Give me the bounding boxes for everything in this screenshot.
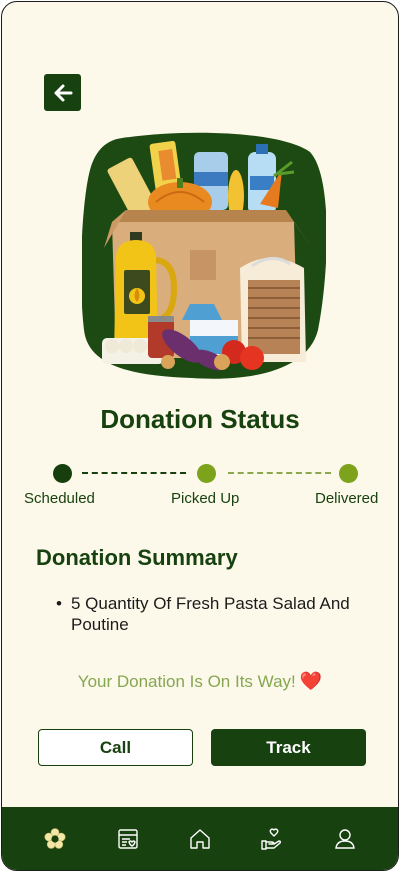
nav-item-flower[interactable]: [39, 823, 71, 855]
step-connector: [82, 472, 186, 474]
nav-item-home[interactable]: [184, 823, 216, 855]
bullet: •: [56, 594, 62, 613]
summary-list-item: • 5 Quantity Of Fresh Pasta Salad And Po…: [56, 593, 376, 635]
step-dot-picked-up: [197, 464, 216, 483]
nav-item-receipt[interactable]: [112, 823, 144, 855]
summary-title: Donation Summary: [36, 545, 238, 570]
page-title: Donation Status: [100, 404, 300, 434]
status-message: Your Donation Is On Its Way! ❤️: [2, 671, 398, 692]
nav-item-profile[interactable]: [329, 823, 361, 855]
call-button[interactable]: Call: [38, 729, 193, 766]
summary-item-text: 5 Quantity Of Fresh Pasta Salad And Pout…: [71, 594, 350, 634]
track-button[interactable]: Track: [211, 729, 366, 766]
back-button[interactable]: [44, 74, 81, 111]
grocery-box-illustration: [82, 132, 326, 379]
receipt-icon: [117, 828, 138, 849]
home-icon: [190, 828, 210, 849]
bottom-nav: [2, 807, 398, 870]
profile-icon: [334, 828, 355, 849]
app-screen: Donation Status Scheduled Picked Up Deli…: [1, 1, 399, 871]
flower-icon: [44, 827, 66, 849]
step-label-scheduled: Scheduled: [24, 490, 95, 507]
heart-icon: ❤️: [299, 671, 323, 691]
status-message-text: Your Donation Is On Its Way!: [77, 672, 296, 691]
hand-heart-icon: [261, 828, 282, 850]
step-dot-scheduled: [53, 464, 72, 483]
step-label-picked-up: Picked Up: [171, 490, 240, 507]
step-label-delivered: Delivered: [315, 490, 379, 507]
arrow-left-icon: [54, 84, 72, 101]
nav-item-donate[interactable]: [256, 823, 288, 855]
step-dot-delivered: [339, 464, 358, 483]
step-connector: [228, 472, 331, 474]
